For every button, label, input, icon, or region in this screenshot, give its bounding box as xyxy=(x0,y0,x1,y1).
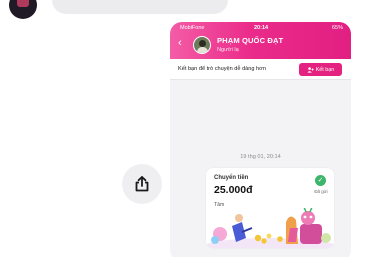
battery-label: 65% xyxy=(331,25,343,31)
screenshot-page: MobiFone 20:14 65% ‹ PHẠM QUỐC ĐẠT Người… xyxy=(0,0,374,257)
contact-name: PHẠM QUỐC ĐẠT xyxy=(217,36,284,45)
add-friend-label: Kết bạn xyxy=(315,66,335,73)
avatar[interactable] xyxy=(193,36,211,54)
share-icon xyxy=(135,176,149,192)
chat-header: MobiFone 20:14 65% ‹ PHẠM QUỐC ĐẠT Người… xyxy=(170,22,351,59)
add-friend-text: Kết bạn để trò chuyện dễ dàng hơn xyxy=(178,66,266,72)
money-transfer-card[interactable]: Chuyển tiền 25.000đ Tâm ✓ Đã gửi xyxy=(206,168,334,248)
add-user-icon xyxy=(307,66,314,73)
carrier-label: MobiFone xyxy=(180,25,205,31)
share-button[interactable] xyxy=(122,164,162,204)
avatar-head xyxy=(199,40,206,47)
previous-message-bubble xyxy=(52,0,228,14)
message-timestamp: 19 thg 01, 20:14 xyxy=(240,154,281,160)
transfer-status: Đã gửi xyxy=(314,189,328,194)
avatar-image xyxy=(17,0,29,7)
avatar-body xyxy=(197,47,208,53)
add-friend-button[interactable]: Kết bạn xyxy=(299,63,342,76)
status-bar: MobiFone 20:14 65% xyxy=(170,23,351,33)
chevron-left-icon[interactable]: ‹ xyxy=(178,36,182,50)
status-time: 20:14 xyxy=(254,25,269,31)
contact-avatar[interactable] xyxy=(9,0,37,19)
contact-status: Người lạ xyxy=(217,47,239,53)
check-icon: ✓ xyxy=(315,175,326,186)
add-friend-bar: Kết bạn để trò chuyện dễ dàng hơn Kết bạ… xyxy=(170,59,351,80)
transfer-amount: 25.000đ xyxy=(214,184,253,196)
attached-screenshot[interactable]: MobiFone 20:14 65% ‹ PHẠM QUỐC ĐẠT Người… xyxy=(170,22,351,257)
transfer-title: Chuyển tiền xyxy=(214,175,249,181)
transfer-illustration xyxy=(206,208,334,248)
